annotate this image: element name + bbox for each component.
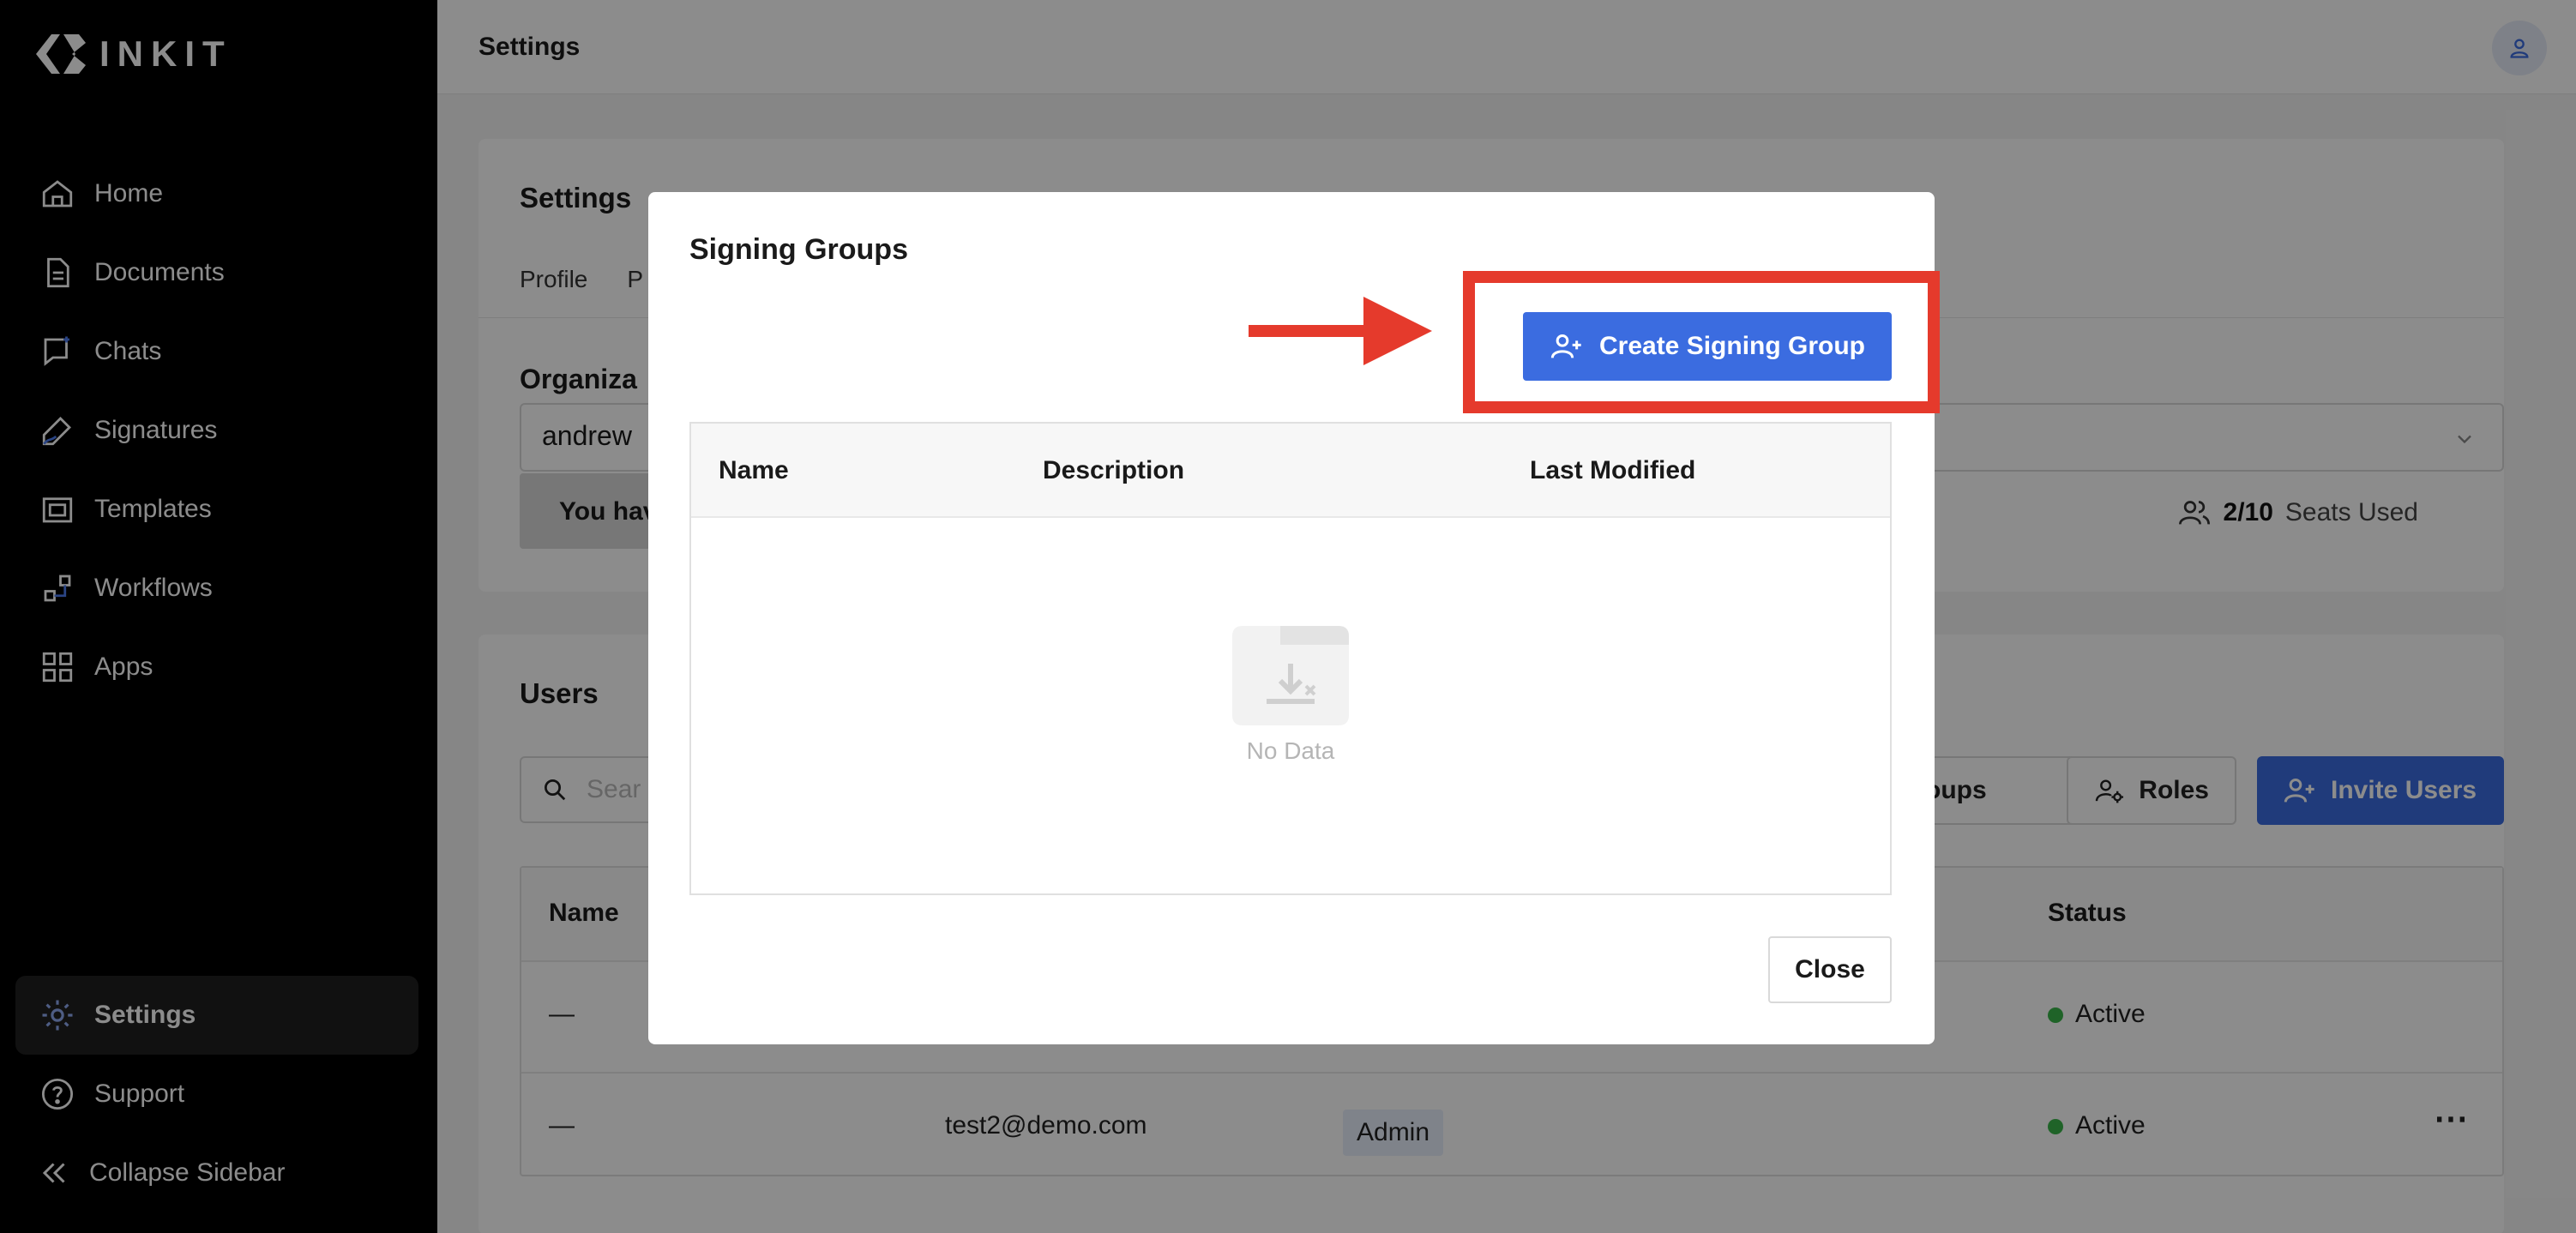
- empty-state: No Data: [691, 626, 1890, 765]
- annotation-arrow-icon: [1249, 297, 1432, 365]
- column-header-last-modified: Last Modified: [1530, 456, 1696, 484]
- annotation-highlight-box: [1463, 271, 1940, 413]
- signing-groups-table: Name Description Last Modified No Data: [689, 422, 1892, 895]
- column-header-name: Name: [719, 456, 789, 484]
- modal-title: Signing Groups: [689, 233, 908, 266]
- column-header-description: Description: [1043, 456, 1185, 484]
- signing-groups-table-header: Name Description Last Modified: [691, 424, 1890, 518]
- empty-state-text: No Data: [1246, 737, 1335, 764]
- close-button[interactable]: Close: [1768, 936, 1892, 1003]
- empty-folder-icon: [1232, 626, 1349, 725]
